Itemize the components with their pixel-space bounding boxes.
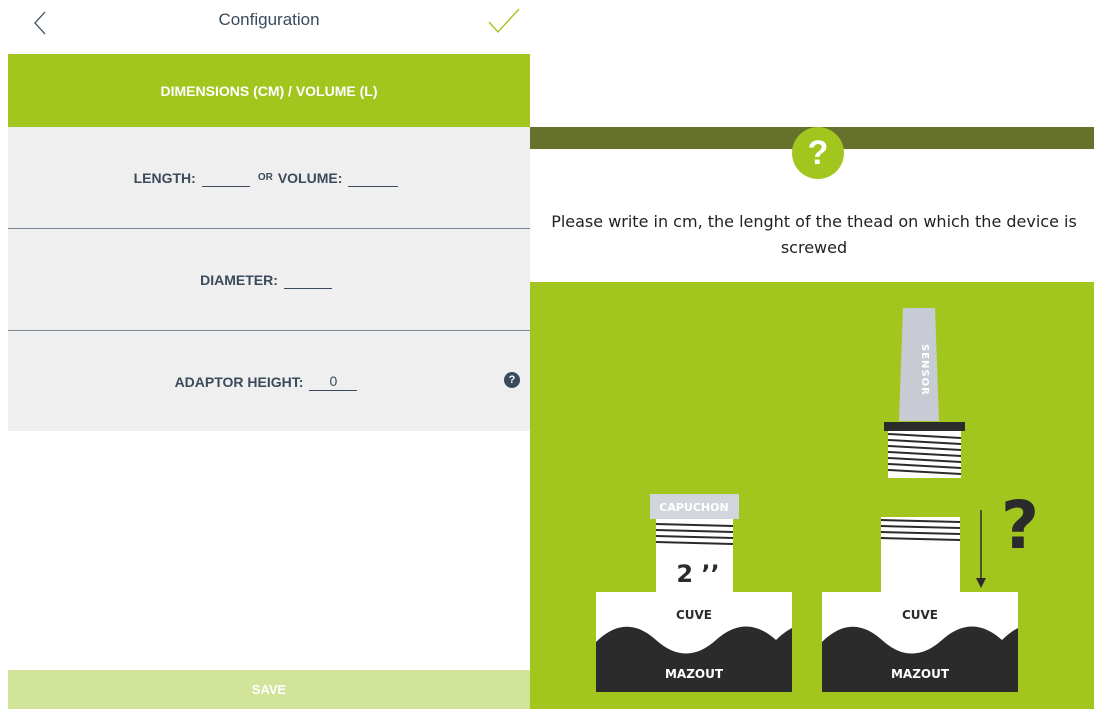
diameter-row: DIAMETER: — [8, 229, 530, 331]
section-header: DIMENSIONS (CM) / VOLUME (L) — [8, 54, 530, 127]
length-label: LENGTH: — [133, 169, 196, 186]
or-label: OR — [257, 172, 273, 183]
configuration-screen: Configuration DIMENSIONS (CM) / VOLUME (… — [8, 0, 530, 709]
top-bar: Configuration — [8, 0, 530, 46]
volume-input[interactable] — [348, 168, 399, 187]
sensor-body — [899, 308, 939, 421]
save-button[interactable]: SAVE — [8, 670, 530, 709]
illustration-graphic: SENSOR CAPUCHON 2 ’’ CUVE MAZOUT CUVE MA… — [596, 308, 1039, 692]
volume-label: VOLUME: — [277, 169, 343, 186]
help-panel: Please write in cm, the lenght of the th… — [530, 127, 1094, 709]
help-icon[interactable]: ? — [504, 372, 520, 388]
checkmark-icon — [488, 8, 520, 34]
right-fuel-label: MAZOUT — [891, 667, 950, 681]
left-fuel-label: MAZOUT — [665, 667, 724, 681]
adaptor-height-label: ADAPTOR HEIGHT: — [174, 373, 304, 390]
help-text: Please write in cm, the lenght of the th… — [551, 212, 1077, 257]
length-input[interactable] — [201, 168, 250, 187]
down-arrow-icon — [976, 510, 986, 588]
page-title: Configuration — [218, 10, 320, 29]
dimension-form: LENGTH: OR VOLUME: DIAMETER: ADAPTOR HEI… — [8, 127, 530, 431]
large-question-mark: ? — [1001, 487, 1039, 564]
sensor-collar — [884, 422, 965, 431]
confirm-button[interactable] — [486, 6, 522, 36]
adaptor-height-input[interactable]: 0 — [309, 372, 358, 391]
diameter-input[interactable] — [283, 270, 332, 289]
left-tank-label: CUVE — [676, 608, 712, 622]
thread-size-label: 2 ’’ — [676, 560, 719, 588]
question-badge: ? — [792, 127, 844, 179]
thread-illustration: SENSOR CAPUCHON 2 ’’ CUVE MAZOUT CUVE MA… — [530, 282, 1094, 709]
right-tank-label: CUVE — [902, 608, 938, 622]
adaptor-height-row: ADAPTOR HEIGHT: 0 ? — [8, 331, 530, 432]
sensor-label: SENSOR — [919, 344, 930, 396]
length-volume-row: LENGTH: OR VOLUME: — [8, 127, 530, 229]
capuchon-label: CAPUCHON — [659, 501, 728, 514]
diameter-label: DIAMETER: — [200, 271, 278, 288]
